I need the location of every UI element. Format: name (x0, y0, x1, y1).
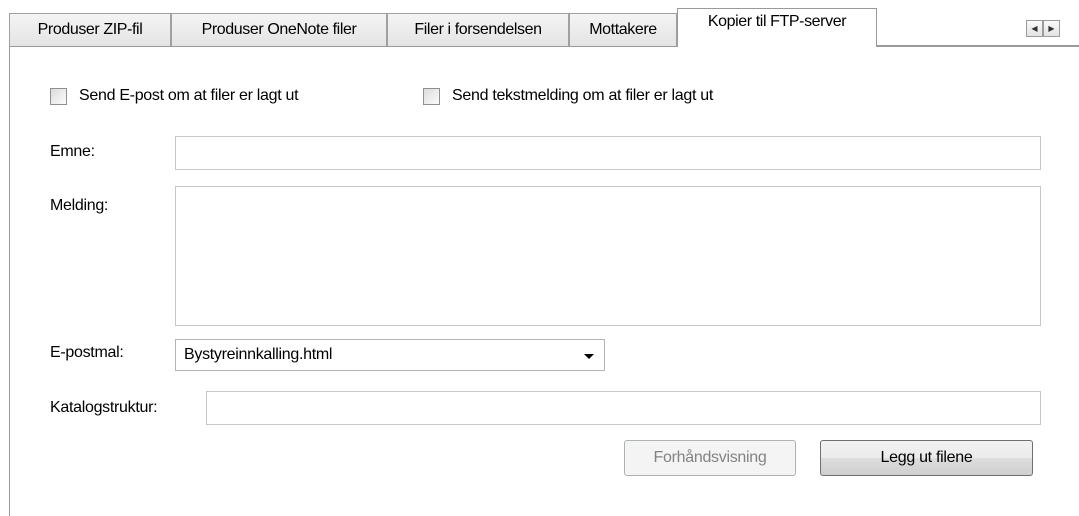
tab-kopier-til-ftp[interactable]: Kopier til FTP-server (677, 8, 877, 47)
tab-scroll-left-button[interactable]: ◀ (1026, 20, 1043, 37)
subject-label: Emne: (50, 143, 95, 160)
folder-structure-input[interactable] (206, 391, 1041, 425)
tab-produser-onenote[interactable]: Produser OneNote filer (171, 13, 387, 46)
subject-input[interactable] (175, 136, 1041, 170)
message-textarea[interactable] (175, 186, 1041, 326)
send-email-label: Send E-post om at filer er lagt ut (79, 87, 299, 104)
arrow-left-icon: ◀ (1031, 24, 1038, 33)
tab-mottakere[interactable]: Mottakere (569, 13, 677, 46)
send-sms-label: Send tekstmelding om at filer er lagt ut (452, 87, 714, 104)
template-value: Bystyreinnkalling.html (184, 346, 333, 363)
dropdown-arrow-icon[interactable] (584, 354, 594, 359)
template-label: E-postmal: (50, 344, 124, 361)
message-label: Melding: (50, 197, 109, 214)
tab-strip: Produser ZIP-fil Produser OneNote filer … (0, 0, 1079, 47)
publish-files-button[interactable]: Legg ut filene (820, 440, 1033, 476)
preview-button[interactable]: Forhåndsvisning (624, 440, 796, 476)
template-select[interactable]: Bystyreinnkalling.html (175, 339, 605, 371)
tab-scroll-right-button[interactable]: ▶ (1043, 20, 1060, 37)
tab-produser-zip[interactable]: Produser ZIP-fil (9, 13, 171, 46)
checkbox-box[interactable] (50, 87, 67, 105)
send-email-checkbox[interactable]: Send E-post om at filer er lagt ut (50, 87, 299, 105)
tab-filer-i-forsendelsen[interactable]: Filer i forsendelsen (387, 13, 569, 46)
folder-label: Katalogstruktur: (50, 399, 158, 416)
send-sms-checkbox[interactable]: Send tekstmelding om at filer er lagt ut (423, 87, 713, 105)
checkbox-box[interactable] (423, 87, 440, 105)
arrow-right-icon: ▶ (1048, 24, 1055, 33)
